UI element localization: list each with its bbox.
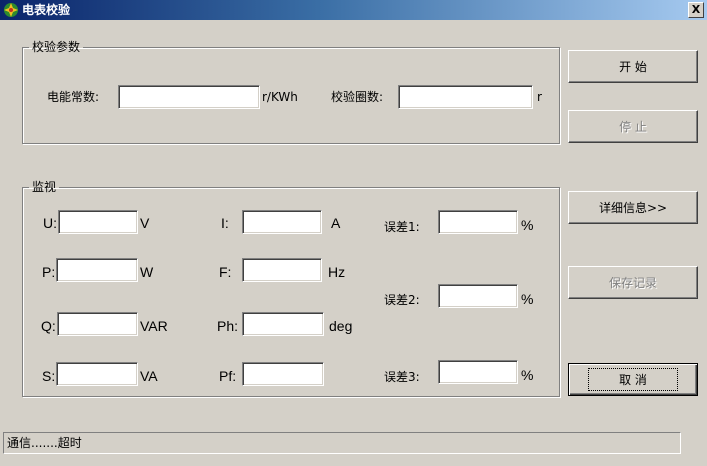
title-bar: 电表校验 X	[0, 0, 707, 20]
start-button-label: 开 始	[619, 60, 647, 74]
error1-label: 误差1:	[384, 220, 420, 234]
p-label: P:	[42, 264, 56, 280]
u-label: U:	[43, 215, 57, 231]
close-button[interactable]: X	[688, 2, 704, 18]
ph-label: Ph:	[217, 318, 239, 334]
ph-unit: deg	[329, 318, 353, 334]
window-title: 电表校验	[22, 3, 71, 17]
status-bar: 通信.......超时	[3, 432, 681, 454]
error3-unit: %	[521, 367, 534, 383]
f-label: F:	[219, 264, 232, 280]
save-record-button[interactable]: 保存记录	[568, 266, 698, 299]
q-label: Q:	[41, 318, 56, 334]
i-label: I:	[221, 215, 229, 231]
cancel-button-label: 取 消	[588, 368, 678, 391]
turns-unit: r	[537, 90, 542, 104]
stop-button-label: 停 止	[619, 120, 647, 134]
error1-input[interactable]	[438, 210, 518, 234]
s-input[interactable]	[56, 362, 138, 386]
s-unit: VA	[140, 368, 158, 384]
turns-label: 校验圈数:	[331, 90, 384, 104]
u-unit: V	[140, 215, 150, 231]
params-legend: 校验参数	[32, 40, 81, 54]
status-text: 通信.......超时	[7, 436, 82, 450]
app-icon	[3, 2, 19, 18]
error1-unit: %	[521, 217, 534, 233]
start-button[interactable]: 开 始	[568, 50, 698, 83]
stop-button[interactable]: 停 止	[568, 110, 698, 143]
i-input[interactable]	[242, 210, 322, 234]
u-input[interactable]	[58, 210, 138, 234]
error3-input[interactable]	[438, 360, 518, 384]
monitor-legend: 监视	[32, 180, 57, 194]
meter-constant-label: 电能常数:	[47, 90, 100, 104]
pf-input[interactable]	[242, 362, 324, 386]
error2-input[interactable]	[438, 284, 518, 308]
q-input[interactable]	[57, 312, 138, 336]
turns-input[interactable]	[398, 85, 533, 109]
q-unit: VAR	[140, 318, 168, 334]
details-button[interactable]: 详细信息>>	[568, 191, 698, 224]
error2-label: 误差2:	[384, 293, 420, 307]
error3-label: 误差3:	[384, 370, 420, 384]
ph-input[interactable]	[242, 312, 324, 336]
p-input[interactable]	[56, 258, 138, 282]
error2-unit: %	[521, 291, 534, 307]
cancel-button[interactable]: 取 消	[568, 363, 698, 396]
f-unit: Hz	[328, 264, 346, 280]
pf-label: Pf:	[219, 368, 237, 384]
meter-constant-input[interactable]	[118, 85, 260, 109]
i-unit: A	[331, 215, 341, 231]
details-button-label: 详细信息>>	[598, 201, 668, 215]
f-input[interactable]	[242, 258, 322, 282]
s-label: S:	[42, 368, 56, 384]
meter-constant-unit: r/KWh	[262, 90, 298, 104]
close-icon: X	[691, 3, 701, 16]
save-record-button-label: 保存记录	[608, 276, 657, 290]
p-unit: W	[140, 264, 154, 280]
